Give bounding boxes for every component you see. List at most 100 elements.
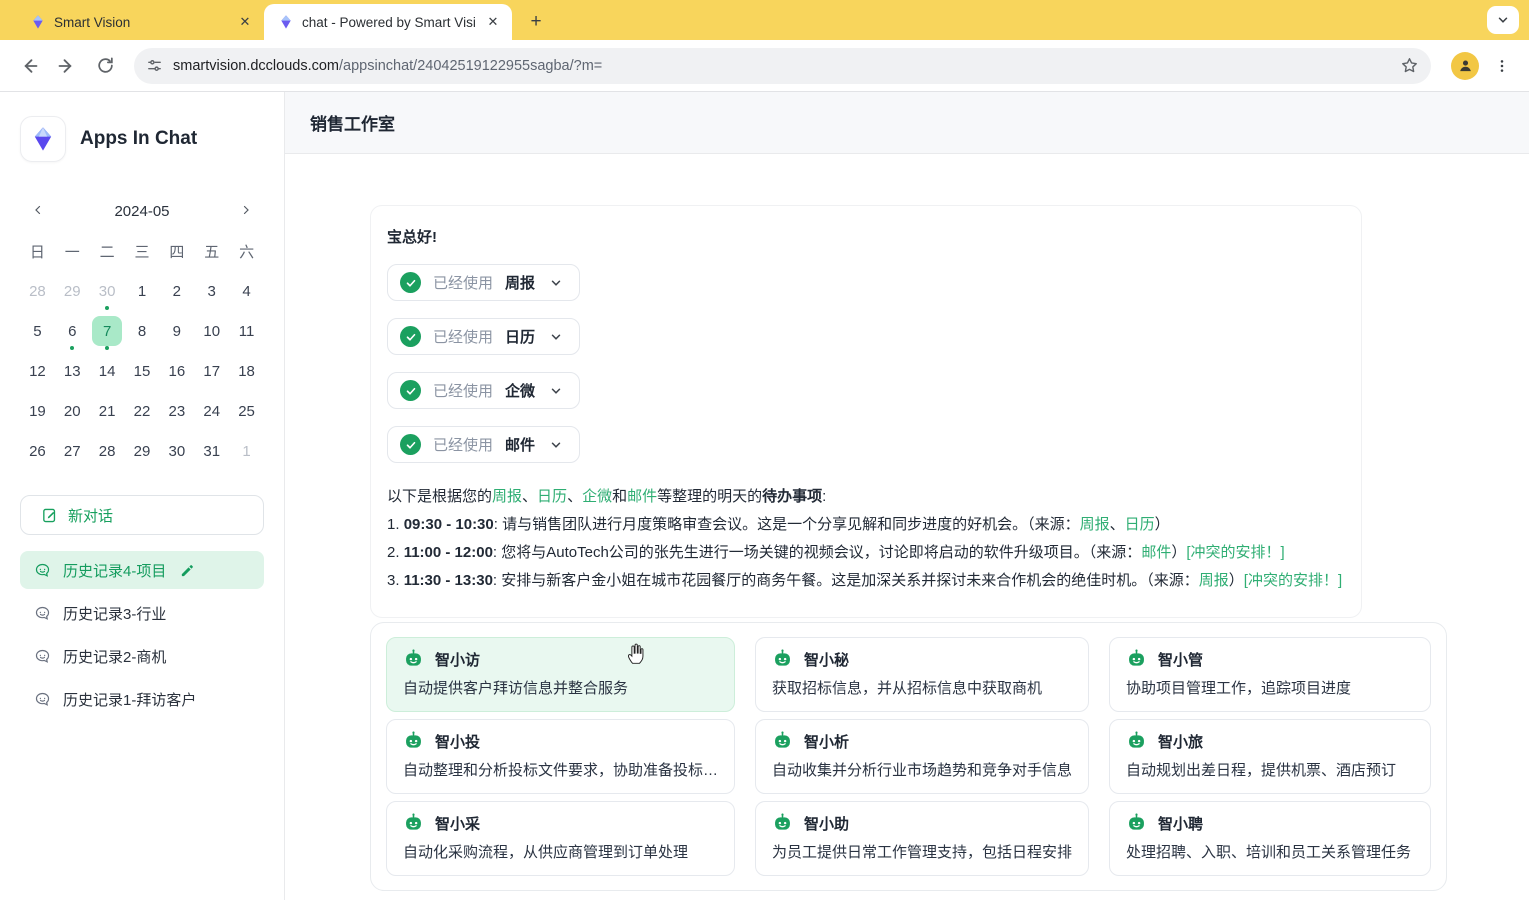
history-item[interactable]: 历史记录3-行业 [20, 594, 264, 632]
robot-icon [772, 731, 793, 752]
chevron-down-icon[interactable] [549, 330, 563, 344]
used-tool-pill[interactable]: 已经使用 周报 [387, 264, 580, 301]
calendar-day[interactable]: 13 [55, 351, 90, 391]
calendar-day[interactable]: 26 [20, 431, 55, 471]
agent-card[interactable]: 智小访 自动提供客户拜访信息并整合服务 [386, 637, 735, 712]
inline-link[interactable]: 周报 [492, 488, 522, 505]
tab-close-icon[interactable]: ✕ [236, 13, 254, 31]
calendar-day[interactable]: 5 [20, 311, 55, 351]
reload-button[interactable] [88, 49, 122, 83]
agent-card[interactable]: 智小聘 处理招聘、入职、培训和员工关系管理任务 [1109, 801, 1431, 876]
calendar-day[interactable]: 8 [125, 311, 160, 351]
calendar-day-header: 日 [20, 235, 55, 271]
calendar-day[interactable]: 16 [159, 351, 194, 391]
used-tool-pill[interactable]: 已经使用 企微 [387, 372, 580, 409]
history-item[interactable]: 历史记录4-项目 [20, 551, 264, 589]
agent-card[interactable]: 智小管 协助项目管理工作，追踪项目进度 [1109, 637, 1431, 712]
profile-avatar[interactable] [1451, 52, 1479, 80]
text-segment: 、 [1110, 516, 1125, 533]
calendar-day[interactable]: 7 [90, 311, 125, 351]
browser-menu-icon[interactable] [1487, 51, 1517, 81]
calendar-day[interactable]: 30 [159, 431, 194, 471]
inline-link[interactable]: 周报 [1199, 572, 1229, 589]
agent-description: 为员工提供日常工作管理支持，包括日程安排 [772, 841, 1072, 862]
calendar-day-number: 1 [127, 276, 157, 306]
calendar-day[interactable]: 31 [194, 431, 229, 471]
back-button[interactable] [12, 49, 46, 83]
used-tool-pill[interactable]: 已经使用 邮件 [387, 426, 580, 463]
calendar-day[interactable]: 1 [125, 271, 160, 311]
site-settings-icon[interactable] [146, 57, 163, 74]
calendar-day[interactable]: 17 [194, 351, 229, 391]
calendar-day[interactable]: 21 [90, 391, 125, 431]
agent-description: 处理招聘、入职、培训和员工关系管理任务 [1126, 841, 1414, 862]
forward-button[interactable] [50, 49, 84, 83]
calendar-day[interactable]: 24 [194, 391, 229, 431]
calendar-prev-icon[interactable] [26, 200, 50, 223]
calendar-day[interactable]: 12 [20, 351, 55, 391]
inline-link[interactable]: 日历 [1125, 516, 1155, 533]
used-tool-pill[interactable]: 已经使用 日历 [387, 318, 580, 355]
calendar-day[interactable]: 3 [194, 271, 229, 311]
calendar-day[interactable]: 22 [125, 391, 160, 431]
calendar-next-icon[interactable] [234, 200, 258, 223]
calendar-day[interactable]: 29 [125, 431, 160, 471]
chevron-down-icon[interactable] [549, 438, 563, 452]
calendar-day[interactable]: 2 [159, 271, 194, 311]
inline-link[interactable]: [冲突的安排！] [1244, 572, 1342, 589]
robot-icon [403, 649, 424, 670]
calendar-day[interactable]: 11 [229, 311, 264, 351]
inline-link[interactable]: 周报 [1080, 516, 1110, 533]
calendar-day-number: 6 [57, 316, 87, 346]
calendar-day[interactable]: 28 [90, 431, 125, 471]
inline-link[interactable]: 日历 [537, 488, 567, 505]
calendar-day[interactable]: 27 [55, 431, 90, 471]
agent-card[interactable]: 智小采 自动化采购流程，从供应商管理到订单处理 [386, 801, 735, 876]
new-tab-button[interactable]: + [522, 8, 550, 36]
agent-card[interactable]: 智小旅 自动规划出差日程，提供机票、酒店预订 [1109, 719, 1431, 794]
calendar-day[interactable]: 14 [90, 351, 125, 391]
tab-smart-vision[interactable]: Smart Vision ✕ [16, 4, 264, 40]
calendar-day[interactable]: 9 [159, 311, 194, 351]
calendar-day[interactable]: 19 [20, 391, 55, 431]
calendar-day[interactable]: 1 [229, 431, 264, 471]
calendar-day[interactable]: 23 [159, 391, 194, 431]
tab-search-chevron-button[interactable] [1487, 6, 1519, 34]
agent-description: 获取招标信息，并从招标信息中获取商机 [772, 677, 1072, 698]
calendar-day[interactable]: 25 [229, 391, 264, 431]
agents-grid: 智小访 自动提供客户拜访信息并整合服务 智小秘 获取招标信息，并从招标信息中获取… [386, 637, 1431, 876]
calendar-day[interactable]: 29 [55, 271, 90, 311]
calendar-day[interactable]: 4 [229, 271, 264, 311]
tab-chat-active[interactable]: chat - Powered by Smart Visi ✕ [264, 4, 512, 40]
calendar-day[interactable]: 30 [90, 271, 125, 311]
url-bar[interactable]: smartvision.dcclouds.com/appsinchat/2404… [134, 48, 1431, 84]
calendar-day[interactable]: 15 [125, 351, 160, 391]
edit-icon[interactable] [180, 563, 195, 578]
bookmark-star-icon[interactable] [1400, 56, 1419, 75]
history-item[interactable]: 历史记录2-商机 [20, 637, 264, 675]
inline-link[interactable]: 邮件 [1141, 544, 1171, 561]
calendar-day[interactable]: 20 [55, 391, 90, 431]
inline-link[interactable]: 邮件 [627, 488, 657, 505]
history-item[interactable]: 历史记录1-拜访客户 [20, 680, 264, 718]
calendar-day[interactable]: 28 [20, 271, 55, 311]
agent-card[interactable]: 智小投 自动整理和分析投标文件要求，协助准备投标… [386, 719, 735, 794]
inline-link[interactable]: [冲突的安排！] [1186, 544, 1284, 561]
inline-link[interactable]: 企微 [582, 488, 612, 505]
agent-card[interactable]: 智小助 为员工提供日常工作管理支持，包括日程安排 [755, 801, 1089, 876]
chevron-down-icon[interactable] [549, 384, 563, 398]
agent-card[interactable]: 智小秘 获取招标信息，并从招标信息中获取商机 [755, 637, 1089, 712]
calendar-day[interactable]: 18 [229, 351, 264, 391]
calendar-day-header: 六 [229, 235, 264, 271]
agent-card[interactable]: 智小析 自动收集并分析行业市场趋势和竞争对手信息 [755, 719, 1089, 794]
text-segment: 11:00 - 12:00 [404, 544, 493, 561]
sidebar: Apps In Chat 2024-05 日一二三四五六 28293012345… [0, 92, 285, 900]
text-segment: ） [1229, 572, 1244, 589]
calendar-day[interactable]: 10 [194, 311, 229, 351]
calendar-day[interactable]: 6 [55, 311, 90, 351]
agent-name: 智小聘 [1158, 813, 1203, 834]
tab-close-icon[interactable]: ✕ [484, 13, 502, 31]
new-chat-button[interactable]: 新对话 [20, 495, 264, 535]
chevron-down-icon[interactable] [549, 276, 563, 290]
new-chat-label: 新对话 [68, 505, 113, 526]
